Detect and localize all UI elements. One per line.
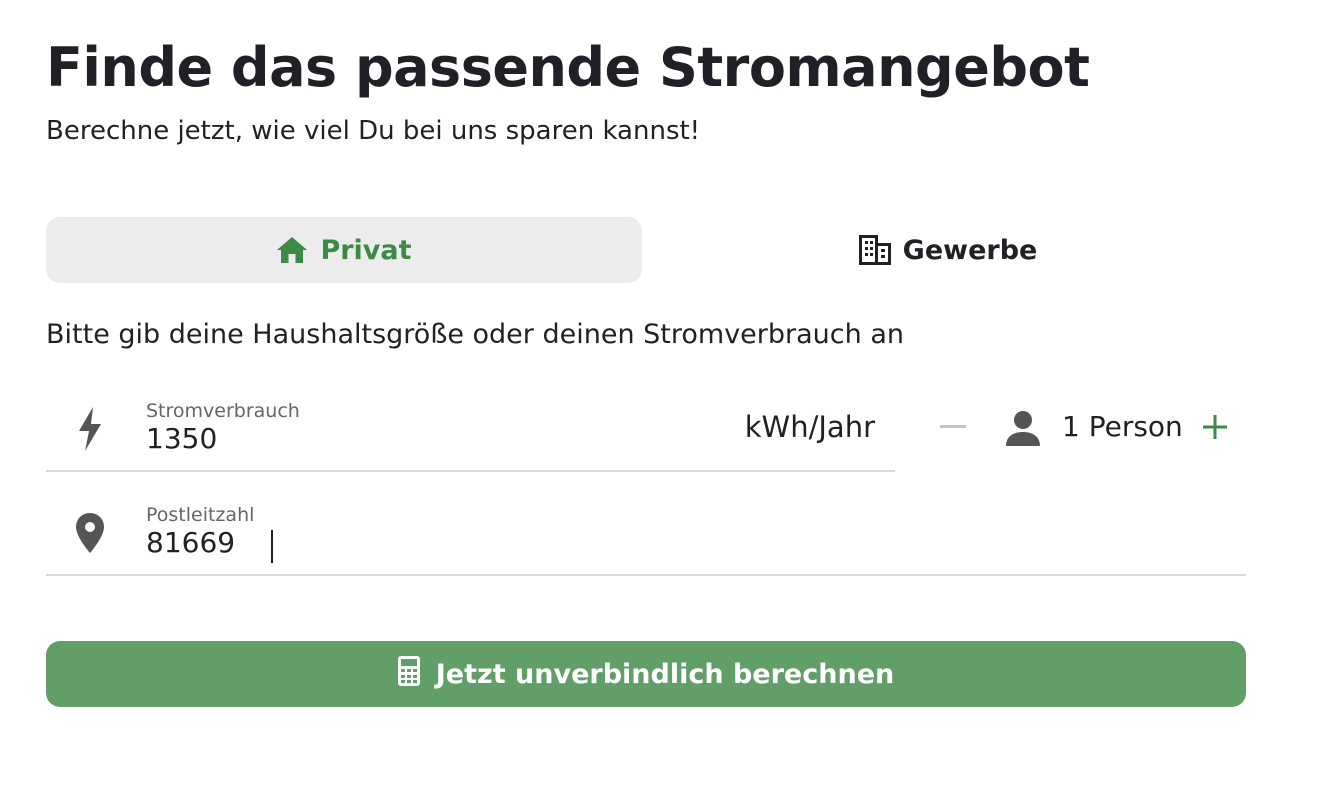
building-icon — [858, 235, 891, 265]
household-size-label: 1 Person — [1062, 410, 1183, 443]
consumption-unit: kWh/Jahr — [744, 410, 875, 444]
consumption-field[interactable]: Stromverbrauch 1350 kWh/Jahr — [46, 386, 895, 472]
tab-gewerbe-label: Gewerbe — [902, 234, 1038, 266]
calculate-button[interactable]: Jetzt unverbindlich berechnen — [46, 641, 1246, 707]
lightning-icon — [74, 406, 106, 452]
form-instruction: Bitte gib deine Haushaltsgröße oder dein… — [46, 319, 904, 350]
location-pin-icon — [74, 510, 106, 556]
tab-gewerbe[interactable]: Gewerbe — [650, 217, 1246, 283]
decrement-person-button[interactable] — [936, 410, 970, 444]
consumption-label: Stromverbrauch — [146, 400, 300, 422]
increment-person-button[interactable] — [1198, 410, 1232, 444]
zip-input[interactable]: 81669 — [146, 525, 706, 561]
household-size-stepper: 1 Person — [930, 386, 1246, 470]
minus-icon — [940, 425, 966, 428]
calculator-icon — [397, 655, 420, 693]
tab-privat[interactable]: Privat — [46, 217, 642, 283]
consumption-input[interactable]: 1350 — [146, 421, 706, 457]
page-subtitle: Berechne jetzt, wie viel Du bei uns spar… — [46, 116, 701, 146]
calculate-button-label: Jetzt unverbindlich berechnen — [435, 658, 895, 690]
person-icon — [1004, 410, 1042, 448]
zip-label: Postleitzahl — [146, 504, 255, 526]
tab-privat-label: Privat — [320, 234, 412, 266]
home-icon — [276, 236, 308, 264]
customer-type-tabs: Privat Gewerbe — [46, 217, 1246, 283]
zip-field[interactable]: Postleitzahl 81669 — [46, 490, 1246, 576]
plus-icon — [1203, 415, 1227, 439]
tariff-calculator: Finde das passende Stromangebot Berechne… — [0, 0, 1324, 792]
text-caret — [271, 530, 273, 563]
page-title: Finde das passende Stromangebot — [46, 36, 1090, 99]
